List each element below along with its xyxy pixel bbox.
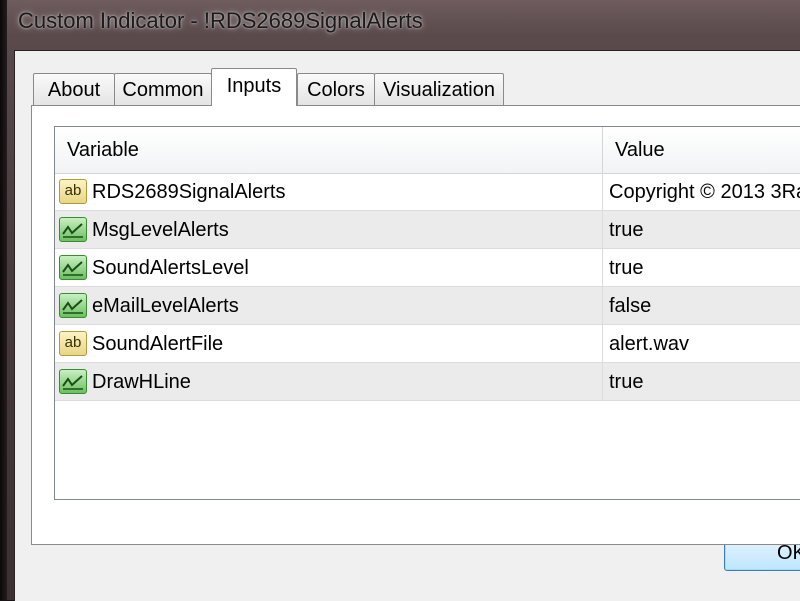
cell-divider bbox=[602, 363, 603, 401]
variable-value[interactable]: alert.wav bbox=[609, 333, 689, 356]
column-divider[interactable] bbox=[602, 127, 603, 173]
tab-inputs[interactable]: Inputs bbox=[211, 68, 297, 106]
dialog-client: About Common Inputs Colors Visualization… bbox=[14, 50, 800, 601]
boolean-icon bbox=[59, 369, 87, 394]
grid-header: Variable Value bbox=[55, 127, 800, 174]
table-row[interactable]: eMailLevelAlerts false bbox=[55, 287, 800, 325]
string-icon: ab bbox=[59, 331, 87, 356]
variable-name: DrawHLine bbox=[92, 371, 191, 393]
cell-divider bbox=[602, 287, 603, 325]
table-row[interactable]: SoundAlertsLevel true bbox=[55, 249, 800, 287]
variable-value[interactable]: true bbox=[609, 257, 643, 280]
table-row[interactable]: MsgLevelAlerts true bbox=[55, 211, 800, 249]
variable-name: RDS2689SignalAlerts bbox=[92, 181, 286, 203]
variable-value[interactable]: true bbox=[609, 371, 643, 394]
table-row[interactable]: DrawHLine true bbox=[55, 363, 800, 401]
variable-name: SoundAlertsLevel bbox=[92, 257, 249, 279]
variable-name: MsgLevelAlerts bbox=[92, 219, 229, 241]
inputs-grid: Variable Value ab RDS2689SignalAlerts Co… bbox=[54, 126, 800, 500]
inputs-panel: Variable Value ab RDS2689SignalAlerts Co… bbox=[31, 105, 800, 545]
column-header-value[interactable]: Value bbox=[615, 139, 665, 162]
cell-divider bbox=[602, 249, 603, 287]
variable-name: eMailLevelAlerts bbox=[92, 295, 239, 317]
variable-value[interactable]: true bbox=[609, 219, 643, 242]
cell-divider bbox=[602, 211, 603, 249]
boolean-icon bbox=[59, 217, 87, 242]
table-row[interactable]: ab RDS2689SignalAlerts Copyright © 2013 … bbox=[55, 173, 800, 211]
variable-value[interactable]: Copyright © 2013 3Ra bbox=[609, 181, 800, 204]
variable-name: SoundAlertFile bbox=[92, 333, 224, 355]
tab-visualization[interactable]: Visualization bbox=[374, 73, 504, 105]
string-icon: ab bbox=[59, 179, 87, 204]
cell-divider bbox=[602, 173, 603, 211]
tab-colors[interactable]: Colors bbox=[297, 73, 375, 105]
background-strip bbox=[0, 0, 7, 600]
table-row[interactable]: ab SoundAlertFile alert.wav bbox=[55, 325, 800, 363]
boolean-icon bbox=[59, 293, 87, 318]
column-header-variable[interactable]: Variable bbox=[67, 139, 139, 162]
cell-divider bbox=[602, 325, 603, 363]
boolean-icon bbox=[59, 255, 87, 280]
tab-about[interactable]: About bbox=[33, 73, 115, 105]
window-title: Custom Indicator - !RDS2689SignalAlerts bbox=[18, 8, 423, 33]
variable-value[interactable]: false bbox=[609, 295, 651, 318]
tab-common[interactable]: Common bbox=[114, 73, 212, 105]
